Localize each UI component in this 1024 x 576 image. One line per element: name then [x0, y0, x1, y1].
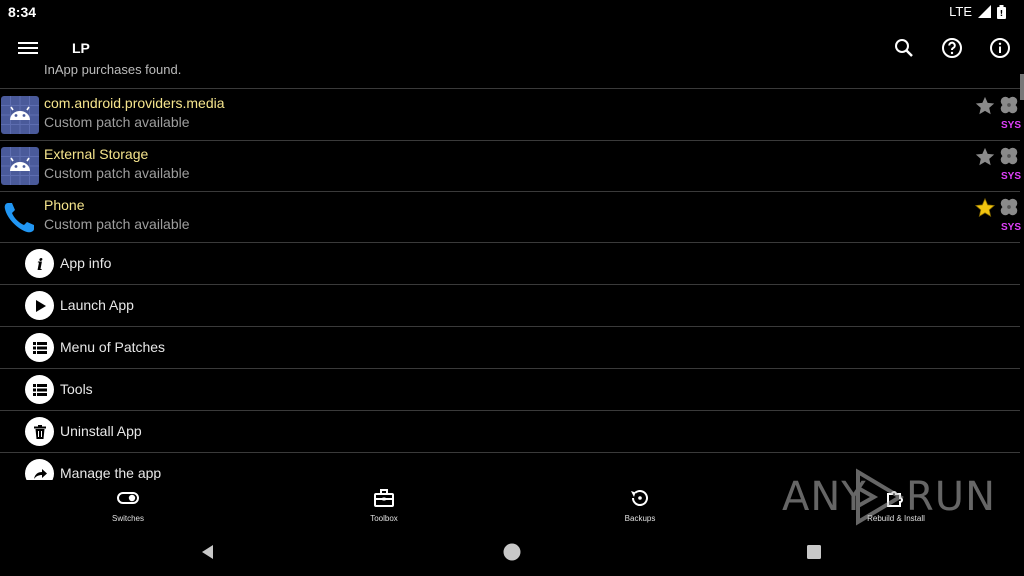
list-icon: [25, 375, 54, 404]
app-name: Phone: [44, 197, 85, 213]
menu-item-label: Manage the app: [60, 465, 162, 480]
star-icon[interactable]: [974, 95, 996, 117]
scrollbar[interactable]: [1020, 74, 1024, 100]
svg-text:!: !: [1000, 9, 1004, 18]
app-row-external-storage[interactable]: External Storage Custom patch available …: [0, 140, 1022, 190]
clover-icon: [1000, 96, 1018, 114]
app-row-phone[interactable]: Phone Custom patch available SYS: [0, 191, 1022, 241]
app-row-providers-media[interactable]: com.android.providers.media Custom patch…: [0, 89, 1022, 139]
anyrun-watermark: ANY RUN: [782, 468, 995, 526]
signal-icon: [978, 5, 991, 18]
app-subtitle: Custom patch available: [44, 165, 190, 181]
info-icon: i: [25, 249, 54, 278]
menu-item-tools[interactable]: Tools: [0, 368, 1020, 410]
menu-item-label: Menu of Patches: [60, 339, 166, 355]
menu-item-app-info[interactable]: i App info: [0, 242, 1020, 284]
menu-item-uninstall-app[interactable]: Uninstall App: [0, 410, 1020, 452]
list-item-partial-text: InApp purchases found.: [44, 62, 182, 77]
system-navigation-bar: [0, 528, 1024, 576]
sys-badge: SYS: [1001, 222, 1022, 233]
status-bar: 8:34 LTE !: [0, 0, 1024, 24]
svg-text:i: i: [36, 255, 42, 274]
toggle-icon: [117, 492, 139, 504]
help-icon[interactable]: [940, 36, 964, 60]
app-list: InApp purchases found. com.android.provi…: [0, 60, 1024, 480]
nav-toolbox[interactable]: Toolbox: [334, 486, 434, 523]
trash-icon: [25, 417, 54, 446]
search-icon[interactable]: [892, 36, 916, 60]
menu-item-label: Launch App: [60, 297, 134, 313]
menu-item-label: App info: [60, 255, 112, 271]
android-icon: [1, 147, 39, 185]
sys-badge: SYS: [1001, 120, 1022, 131]
menu-item-label: Uninstall App: [60, 423, 142, 439]
clover-icon: [1000, 198, 1018, 216]
clover-icon: [1000, 147, 1018, 165]
back-icon[interactable]: [198, 542, 218, 562]
network-label: LTE: [949, 4, 972, 19]
phone-icon: [4, 203, 35, 233]
hamburger-menu-icon[interactable]: [18, 38, 38, 58]
nav-label: Switches: [111, 514, 144, 523]
battery-icon: !: [997, 4, 1006, 19]
app-name: External Storage: [44, 146, 149, 162]
menu-item-menu-of-patches[interactable]: Menu of Patches: [0, 326, 1020, 368]
sys-badge: SYS: [1001, 171, 1022, 182]
play-logo-icon: [856, 468, 904, 526]
nav-label: Toolbox: [370, 514, 398, 523]
info-icon[interactable]: [988, 36, 1012, 60]
star-icon[interactable]: [974, 197, 996, 219]
share-icon: [25, 459, 54, 480]
nav-backups[interactable]: Backups: [590, 486, 690, 523]
play-icon: [25, 291, 54, 320]
watermark-text-right: RUN: [906, 474, 996, 520]
nav-switches[interactable]: Switches: [78, 486, 178, 523]
home-icon[interactable]: [502, 542, 522, 562]
nav-label: Backups: [624, 514, 656, 523]
recents-icon[interactable]: [804, 542, 824, 562]
menu-item-launch-app[interactable]: Launch App: [0, 284, 1020, 326]
toolbox-icon: [374, 489, 394, 507]
app-subtitle: Custom patch available: [44, 216, 190, 232]
android-icon: [1, 96, 39, 134]
app-title: LP: [72, 40, 90, 56]
app-subtitle: Custom patch available: [44, 114, 190, 130]
app-name: com.android.providers.media: [44, 95, 225, 111]
backup-icon: [631, 490, 648, 506]
list-icon: [25, 333, 54, 362]
menu-item-label: Tools: [60, 381, 93, 397]
status-time: 8:34: [8, 4, 37, 20]
star-icon[interactable]: [974, 146, 996, 168]
